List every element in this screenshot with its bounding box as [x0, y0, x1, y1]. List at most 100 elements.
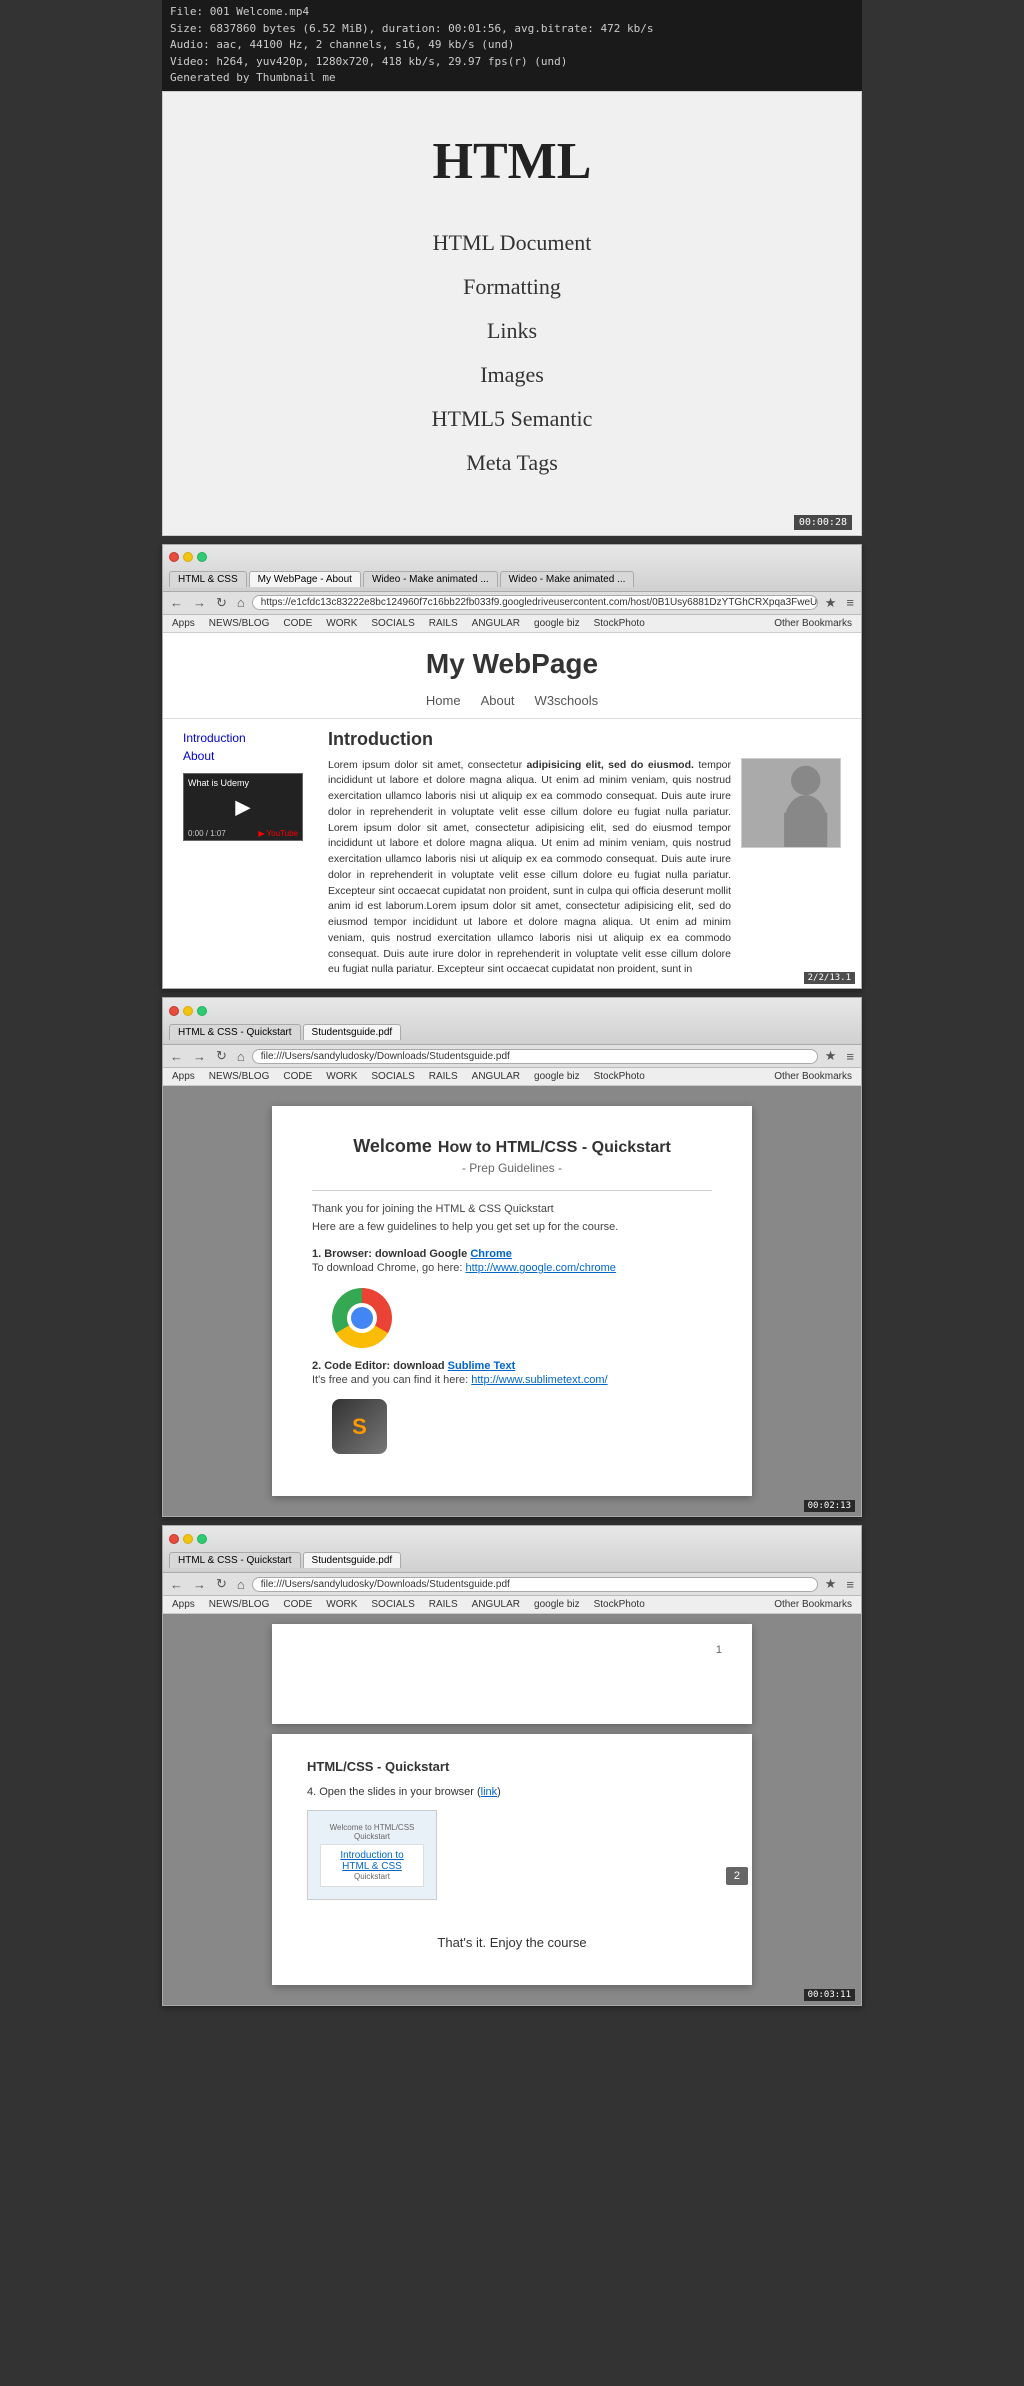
bookmark-other-3[interactable]: Other Bookmarks	[771, 1598, 855, 1611]
bookmark-google[interactable]: google biz	[531, 617, 583, 630]
main-content: Introduction Lorem ipsum dolor sit amet,…	[328, 729, 841, 979]
close-button-3[interactable]	[169, 1534, 179, 1544]
tab-studentsguide-2[interactable]: Studentsguide.pdf	[303, 1024, 402, 1040]
sublime-icon: S	[332, 1399, 387, 1454]
tab-wideo-2[interactable]: Wideo - Make animated ...	[500, 571, 635, 587]
video-meta: File: 001 Welcome.mp4 Size: 6837860 byte…	[162, 0, 862, 91]
bookmark-socials-2[interactable]: SOCIALS	[368, 1070, 417, 1083]
pdf-course-title: How to HTML/CSS - Quickstart	[438, 1139, 671, 1157]
bookmark-rails[interactable]: RAILS	[426, 617, 461, 630]
home-button-3[interactable]: ⌂	[234, 1577, 248, 1592]
maximize-button[interactable]	[197, 552, 207, 562]
bookmark-code-3[interactable]: CODE	[280, 1598, 315, 1611]
back-button-2[interactable]: ←	[167, 1049, 186, 1064]
slide-item-4: Images	[183, 353, 841, 397]
bookmark-star-2[interactable]: ★	[822, 1048, 840, 1064]
bookmark-work[interactable]: WORK	[323, 617, 360, 630]
nav-home[interactable]: Home	[426, 693, 461, 708]
sidebar-link-about[interactable]: About	[183, 747, 313, 765]
bookmark-rails-2[interactable]: RAILS	[426, 1070, 461, 1083]
bookmark-code[interactable]: CODE	[280, 617, 315, 630]
address-bar-3[interactable]: file:///Users/sandyludosky/Downloads/Stu…	[252, 1577, 818, 1592]
settings-icon-3[interactable]: ≡	[843, 1577, 857, 1592]
bookmark-star[interactable]: ★	[822, 595, 840, 611]
bookmark-google-3[interactable]: google biz	[531, 1598, 583, 1611]
tab-studentsguide-3[interactable]: Studentsguide.pdf	[303, 1552, 402, 1568]
nav-w3schools[interactable]: W3schools	[535, 693, 599, 708]
nav-about[interactable]: About	[481, 693, 515, 708]
tab-wideo-1[interactable]: Wideo - Make animated ...	[363, 571, 498, 587]
slide-item-1: HTML Document	[183, 221, 841, 265]
browser-chrome-3: HTML & CSS - Quickstart Studentsguide.pd…	[163, 1526, 861, 1573]
tab-html-css[interactable]: HTML & CSS	[169, 571, 247, 587]
video-time: 0:00 / 1:07	[188, 829, 226, 838]
bookmark-news[interactable]: NEWS/BLOG	[206, 617, 273, 630]
close-button-2[interactable]	[169, 1006, 179, 1016]
bookmark-other-1[interactable]: Other Bookmarks	[771, 617, 855, 630]
bookmark-other-2[interactable]: Other Bookmarks	[771, 1070, 855, 1083]
bookmark-stock-3[interactable]: StockPhoto	[591, 1598, 648, 1611]
forward-button-2[interactable]: →	[190, 1049, 209, 1064]
pdf-chrome-link[interactable]: Chrome	[470, 1248, 512, 1260]
pdf-sublime-link[interactable]: Sublime Text	[448, 1360, 516, 1372]
minimize-button[interactable]	[183, 552, 193, 562]
bookmark-socials[interactable]: SOCIALS	[368, 617, 417, 630]
bookmark-code-2[interactable]: CODE	[280, 1070, 315, 1083]
reload-button[interactable]: ↻	[213, 595, 230, 611]
sidebar-link-intro[interactable]: Introduction	[183, 729, 313, 747]
pdf-chrome-url[interactable]: http://www.google.com/chrome	[465, 1262, 615, 1274]
pdf-slides-link[interactable]: link	[481, 1786, 498, 1798]
forward-button-3[interactable]: →	[190, 1577, 209, 1592]
bookmark-apps[interactable]: Apps	[169, 617, 198, 630]
maximize-button-2[interactable]	[197, 1006, 207, 1016]
bookmark-stock-2[interactable]: StockPhoto	[591, 1070, 648, 1083]
bookmark-socials-3[interactable]: SOCIALS	[368, 1598, 417, 1611]
bookmark-rails-3[interactable]: RAILS	[426, 1598, 461, 1611]
reload-button-2[interactable]: ↻	[213, 1048, 230, 1064]
home-button-2[interactable]: ⌂	[234, 1049, 248, 1064]
pdf-browser-label: 1. Browser: download Google Chrome	[312, 1248, 712, 1260]
bookmark-apps-3[interactable]: Apps	[169, 1598, 198, 1611]
pdf-slide-preview: Welcome to HTML/CSS Quickstart Introduct…	[307, 1810, 437, 1900]
bookmarks-bar-2: Apps NEWS/BLOG CODE WORK SOCIALS RAILS A…	[163, 1068, 861, 1086]
close-button[interactable]	[169, 552, 179, 562]
settings-icon-2[interactable]: ≡	[843, 1049, 857, 1064]
bookmark-star-3[interactable]: ★	[822, 1576, 840, 1592]
window-controls-2	[169, 1006, 207, 1016]
pdf-sublime-url[interactable]: http://www.sublimetext.com/	[471, 1374, 607, 1386]
page-timer-1: 2/2/13.1	[804, 972, 855, 984]
bookmark-stock[interactable]: StockPhoto	[591, 617, 648, 630]
tab-quickstart-3[interactable]: HTML & CSS - Quickstart	[169, 1552, 301, 1568]
browser-nav-3: ← → ↻ ⌂ file:///Users/sandyludosky/Downl…	[163, 1573, 861, 1596]
bookmark-angular-2[interactable]: ANGULAR	[469, 1070, 523, 1083]
bookmark-work-3[interactable]: WORK	[323, 1598, 360, 1611]
pdf-title-line: Welcome How to HTML/CSS - Quickstart	[312, 1136, 712, 1157]
reload-button-3[interactable]: ↻	[213, 1576, 230, 1592]
back-button-3[interactable]: ←	[167, 1577, 186, 1592]
bookmark-news-3[interactable]: NEWS/BLOG	[206, 1598, 273, 1611]
page-title: My WebPage	[163, 633, 861, 688]
slide-item-2: Formatting	[183, 265, 841, 309]
address-bar-1[interactable]: https://e1cfdc13c83222e8bc124960f7c16bb2…	[252, 595, 818, 610]
minimize-button-2[interactable]	[183, 1006, 193, 1016]
address-bar-2[interactable]: file:///Users/sandyludosky/Downloads/Stu…	[252, 1049, 818, 1064]
minimize-button-3[interactable]	[183, 1534, 193, 1544]
back-button[interactable]: ←	[167, 595, 186, 610]
maximize-button-3[interactable]	[197, 1534, 207, 1544]
bookmark-work-2[interactable]: WORK	[323, 1070, 360, 1083]
sidebar: Introduction About What is Udemy ▶ 0:00 …	[183, 729, 313, 979]
pdf-intro-link[interactable]: Introduction to HTML & CSS	[329, 1850, 415, 1872]
tab-quickstart-2[interactable]: HTML & CSS - Quickstart	[169, 1024, 301, 1040]
bookmark-apps-2[interactable]: Apps	[169, 1070, 198, 1083]
home-button[interactable]: ⌂	[234, 595, 248, 610]
bookmark-angular-3[interactable]: ANGULAR	[469, 1598, 523, 1611]
forward-button[interactable]: →	[190, 595, 209, 610]
pdf-text-1: Thank you for joining the HTML & CSS Qui…	[312, 1201, 712, 1219]
bookmark-angular[interactable]: ANGULAR	[469, 617, 523, 630]
settings-icon[interactable]: ≡	[843, 595, 857, 610]
sidebar-video[interactable]: What is Udemy ▶ 0:00 / 1:07 ▶ YouTube	[183, 773, 303, 841]
bookmark-news-2[interactable]: NEWS/BLOG	[206, 1070, 273, 1083]
bookmark-google-2[interactable]: google biz	[531, 1070, 583, 1083]
tab-my-webpage[interactable]: My WebPage - About	[249, 571, 361, 587]
browser-window-1: HTML & CSS My WebPage - About Wideo - Ma…	[162, 544, 862, 990]
